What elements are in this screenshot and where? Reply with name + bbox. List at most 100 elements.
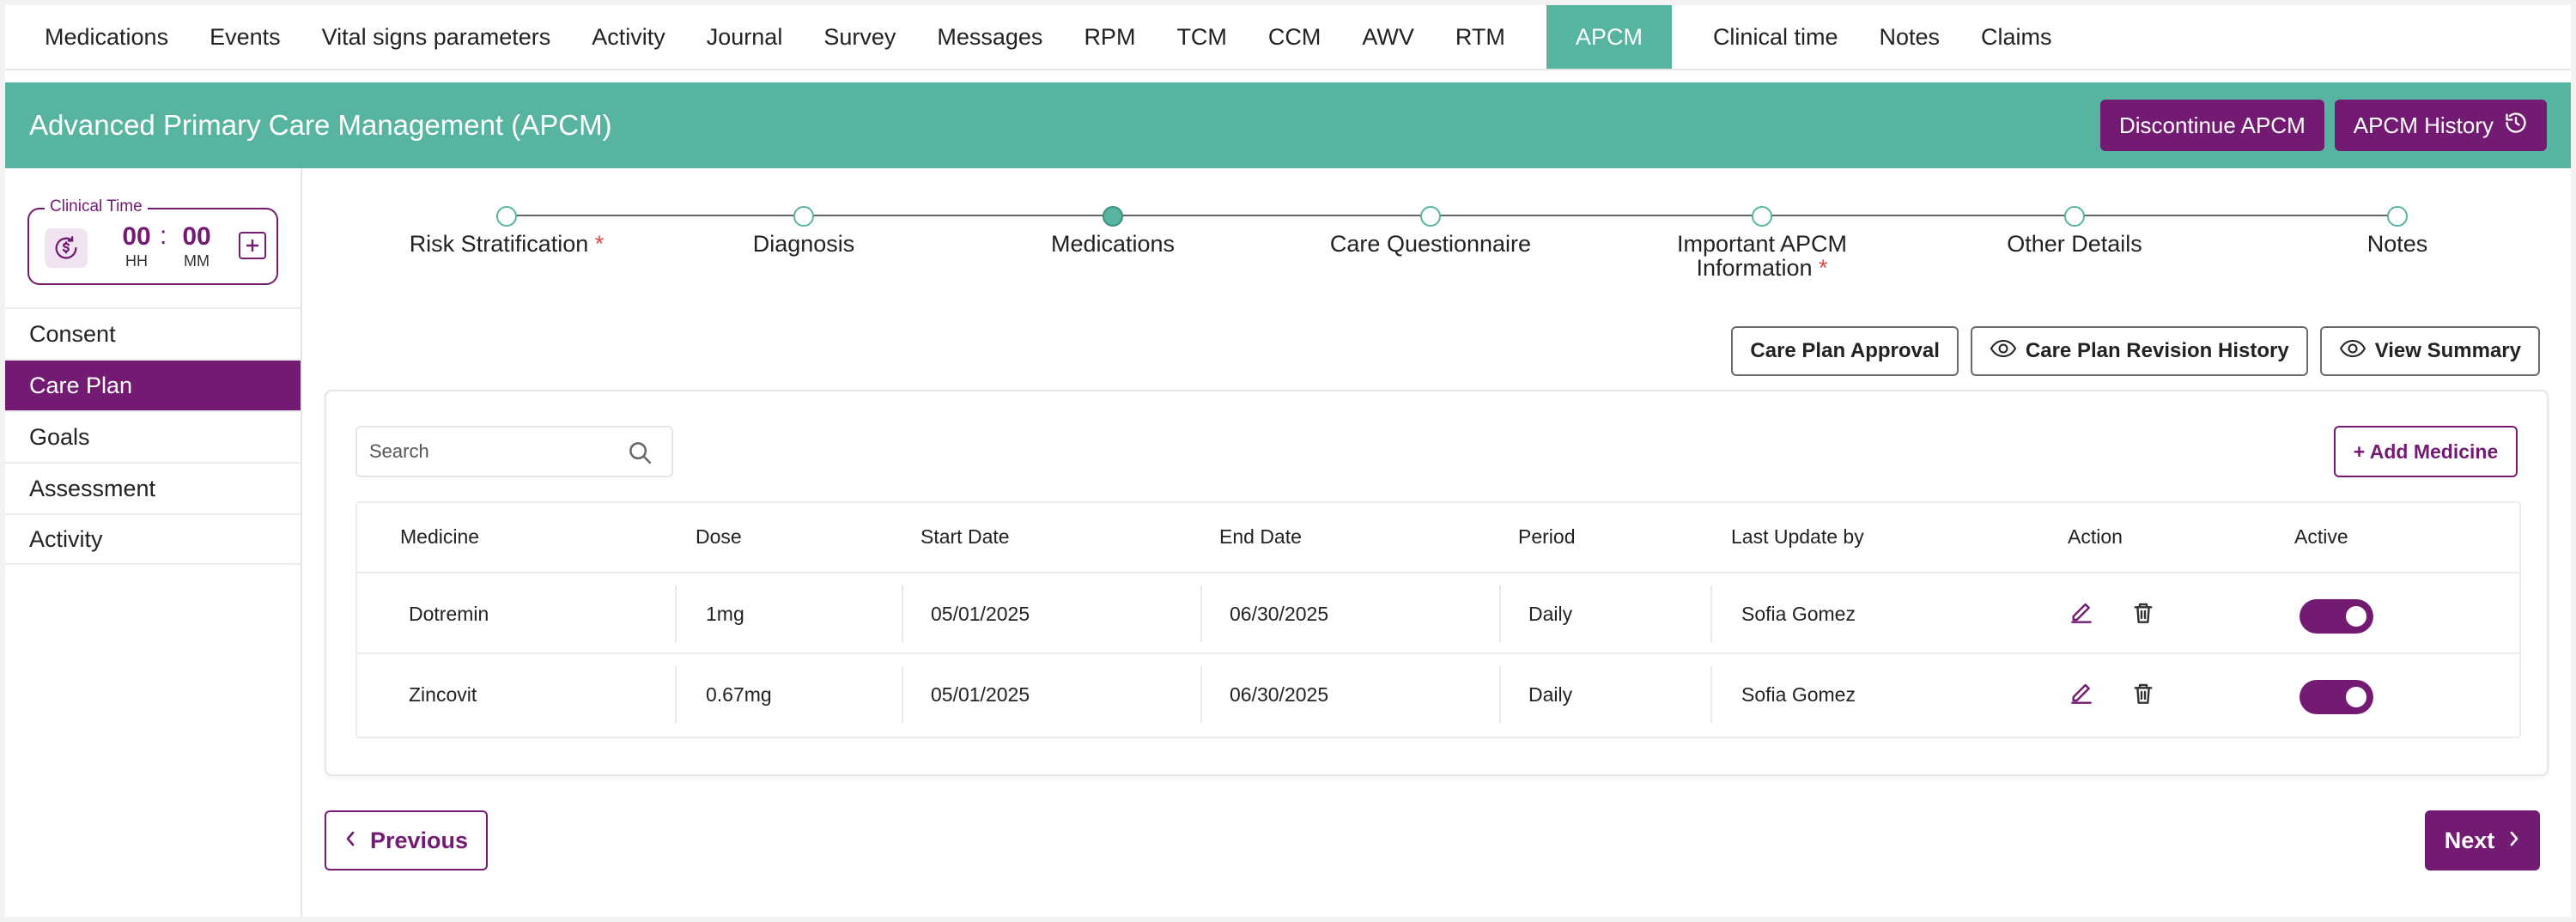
eye-icon [2339, 338, 2366, 365]
tab-ccm[interactable]: CCM [1248, 5, 1342, 69]
next-label: Next [2444, 827, 2495, 853]
tab-medications[interactable]: Medications [24, 5, 189, 69]
tab-messages[interactable]: Messages [916, 5, 1063, 69]
trash-icon[interactable] [2129, 680, 2157, 707]
care-plan-revision-history-button[interactable]: Care Plan Revision History [1970, 326, 2308, 376]
step-label: Other Details [2007, 231, 2142, 257]
apcm-history-button[interactable]: APCM History [2334, 100, 2547, 151]
tab-awv[interactable]: AWV [1341, 5, 1435, 69]
tab-apcm[interactable]: APCM [1546, 5, 1672, 69]
toggle-knob [2346, 687, 2366, 707]
medicine-dose: 0.67mg [706, 682, 772, 706]
tab-clinical-time[interactable]: Clinical time [1692, 5, 1859, 69]
end-date: 06/30/2025 [1230, 682, 1329, 706]
hours-value: 00 [122, 222, 151, 251]
step-label: Medications [1050, 231, 1176, 257]
tab-tcm[interactable]: TCM [1156, 5, 1247, 69]
last-updated-by: Sofia Gomez [1741, 602, 1856, 625]
add-medicine-button[interactable]: + Add Medicine [2334, 426, 2518, 477]
sidebar-item-care-plan[interactable]: Care Plan [5, 359, 301, 410]
discontinue-apcm-button[interactable]: Discontinue APCM [2099, 100, 2324, 151]
tab-vital-signs[interactable]: Vital signs parameters [301, 5, 572, 69]
edit-icon[interactable] [2068, 680, 2095, 707]
tab-survey[interactable]: Survey [803, 5, 916, 69]
search-input[interactable] [369, 428, 618, 476]
step-label: Risk Stratification * [409, 231, 605, 257]
tab-notes[interactable]: Notes [1858, 5, 1960, 69]
period: Daily [1528, 602, 1573, 625]
sidebar-item-assessment[interactable]: Assessment [5, 462, 301, 513]
column-header: Medicine [400, 525, 480, 548]
dollar-timer-icon[interactable] [45, 228, 88, 268]
next-button[interactable]: Next [2425, 810, 2540, 870]
tab-rpm[interactable]: RPM [1063, 5, 1156, 69]
start-date: 05/01/2025 [931, 602, 1030, 625]
chevron-right-icon [2508, 828, 2520, 854]
search-box [355, 426, 673, 477]
view-summary-button[interactable]: View Summary [2319, 326, 2540, 376]
start-date: 05/01/2025 [931, 682, 1030, 706]
time-separator: : [160, 221, 167, 250]
eye-icon [1990, 338, 2017, 365]
column-header: End Date [1219, 525, 1302, 548]
column-header: Last Update by [1731, 525, 1864, 548]
column-header: Period [1518, 525, 1576, 548]
tab-activity[interactable]: Activity [571, 5, 686, 69]
tab-journal[interactable]: Journal [686, 5, 804, 69]
care-plan-approval-button[interactable]: Care Plan Approval [1731, 326, 1959, 376]
table-row: Dotremin 1mg 05/01/2025 06/30/2025 Daily… [357, 572, 2519, 652]
step-label: Diagnosis [752, 231, 855, 257]
column-header: Active [2294, 525, 2348, 548]
table-row: Zincovit 0.67mg 05/01/2025 06/30/2025 Da… [357, 652, 2519, 733]
search-icon[interactable] [627, 440, 653, 470]
discontinue-apcm-label: Discontinue APCM [2118, 112, 2306, 138]
care-plan-stepper: Risk Stratification * Diagnosis Medicati… [302, 168, 2571, 288]
tab-rtm[interactable]: RTM [1435, 5, 1526, 69]
step-dot [2387, 206, 2408, 227]
step-dot [2064, 206, 2085, 227]
active-toggle[interactable] [2300, 680, 2373, 714]
sidebar-item-consent[interactable]: Consent [5, 307, 301, 359]
required-marker: * [1819, 255, 1828, 281]
history-icon [2504, 111, 2528, 141]
clinical-time-legend: Clinical Time [45, 197, 148, 216]
sidebar: Clinical Time 00 HH : 00 MM Consent Care… [5, 168, 302, 917]
step-diagnosis[interactable]: Diagnosis [649, 206, 958, 256]
step-important-apcm-information[interactable]: Important APCM Information * [1607, 206, 1917, 280]
end-date: 06/30/2025 [1230, 602, 1329, 625]
step-label: Care Questionnaire [1329, 231, 1532, 257]
step-dot [793, 206, 814, 227]
step-notes[interactable]: Notes [2243, 206, 2552, 256]
page-title: Advanced Primary Care Management (APCM) [29, 109, 612, 141]
sidebar-menu: Consent Care Plan Goals Assessment Activ… [5, 307, 301, 565]
tab-claims[interactable]: Claims [1960, 5, 2073, 69]
header-actions: Discontinue APCM APCM History [2099, 100, 2547, 151]
tab-events[interactable]: Events [189, 5, 301, 69]
step-other-details[interactable]: Other Details [1920, 206, 2229, 256]
sidebar-item-activity[interactable]: Activity [5, 513, 301, 565]
step-care-questionnaire[interactable]: Care Questionnaire [1276, 206, 1585, 256]
last-updated-by: Sofia Gomez [1741, 682, 1856, 706]
step-label: Notes [2366, 231, 2428, 257]
medicines-card: + Add Medicine Medicine Dose Start Date … [325, 390, 2549, 776]
page-header: Advanced Primary Care Management (APCM) … [5, 82, 2571, 168]
hours-display: 00 HH [115, 223, 158, 270]
previous-label: Previous [369, 827, 469, 853]
app-window: Medications Events Vital signs parameter… [5, 5, 2571, 917]
toggle-knob [2346, 606, 2366, 627]
column-header: Start Date [920, 525, 1010, 548]
table-header: Medicine Dose Start Date End Date Period… [357, 503, 2519, 572]
step-label: Important APCM Information * [1676, 231, 1848, 281]
add-time-icon[interactable] [239, 232, 266, 259]
edit-icon[interactable] [2068, 599, 2095, 627]
medicine-name: Zincovit [409, 682, 477, 706]
sidebar-item-goals[interactable]: Goals [5, 410, 301, 462]
hours-unit: HH [125, 252, 148, 270]
step-dot [496, 206, 517, 227]
step-risk-stratification[interactable]: Risk Stratification * [352, 206, 661, 256]
clinical-time-widget: Clinical Time 00 HH : 00 MM [27, 197, 278, 285]
trash-icon[interactable] [2129, 599, 2157, 627]
previous-button[interactable]: Previous [325, 810, 488, 870]
step-medications[interactable]: Medications [958, 206, 1267, 256]
active-toggle[interactable] [2300, 599, 2373, 634]
